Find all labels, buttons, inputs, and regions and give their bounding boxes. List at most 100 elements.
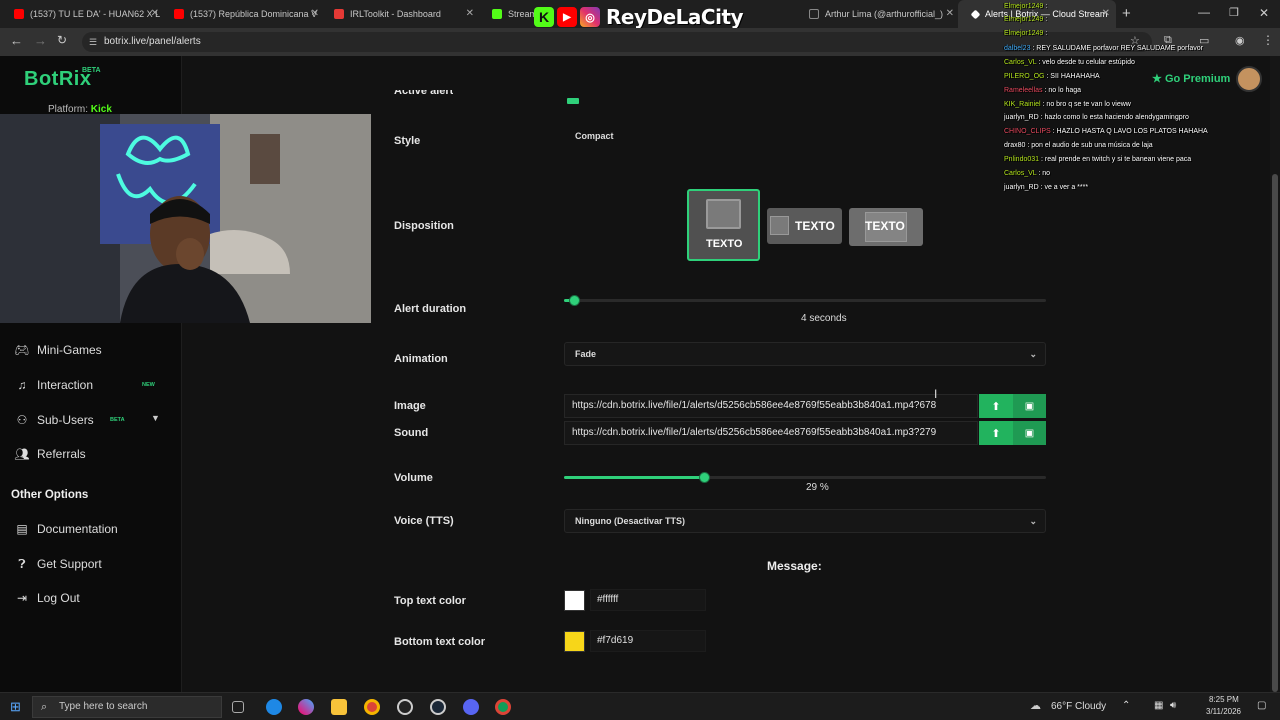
alert-duration-thumb[interactable] — [568, 295, 580, 306]
reload-icon[interactable]: ↻ — [57, 33, 67, 47]
profile-icon[interactable]: ◉ — [1235, 34, 1245, 47]
chat-message: juarlyn_RD : hazlo como lo esta haciendo… — [1004, 114, 1189, 121]
close-tab-icon[interactable]: ✕ — [466, 8, 474, 19]
sound-url-input[interactable]: https://cdn.botrix.live/file/1/alerts/d5… — [564, 421, 978, 445]
image-gallery-button[interactable]: ▣ — [1013, 394, 1046, 418]
windows-start-icon[interactable]: ⊞ — [10, 699, 21, 715]
close-tab-icon[interactable]: ✕ — [1102, 8, 1110, 19]
sidebar-item-get-support[interactable]: ❓︎ Get Support — [14, 554, 101, 574]
botrix-icon — [970, 9, 981, 19]
go-premium-link[interactable]: ★ Go Premium — [1152, 72, 1230, 85]
chevron-down-icon[interactable]: ▼ — [151, 413, 160, 423]
back-icon[interactable]: ← — [10, 33, 23, 48]
chat-username: juarlyn_RD — [1004, 184, 1039, 191]
image-url-value: https://cdn.botrix.live/file/1/alerts/d5… — [572, 400, 937, 411]
clock-time[interactable]: 8:25 PM — [1209, 695, 1239, 704]
sidebar-item-mini-games[interactable]: 🎮︎ Mini-Games — [14, 340, 102, 360]
avatar[interactable] — [1236, 66, 1262, 92]
top-text-color-swatch[interactable] — [564, 590, 585, 611]
browser-tab[interactable]: Arthur Lima (@arthurofficial_) ✕ — [795, 0, 960, 28]
chat-username: KIK_Rainiel — [1004, 101, 1041, 108]
chat-username: dalbel23 — [1004, 45, 1031, 52]
browser-tab[interactable]: Stream — [478, 0, 538, 28]
taskbar-search[interactable]: ⌕ Type here to search — [32, 696, 222, 718]
tab-label: Stream — [508, 9, 538, 19]
edge-icon[interactable] — [266, 699, 282, 715]
voice-tts-select[interactable]: Ninguno (Desactivar TTS) ⌄ — [564, 509, 1046, 533]
chrome-active-icon[interactable] — [495, 699, 511, 715]
sidebar-item-log-out[interactable]: ⇥ Log Out — [14, 588, 80, 608]
chat-text: : velo desde tu celular estúpido — [1038, 59, 1135, 66]
disposition-option-side[interactable]: TEXTO — [767, 208, 842, 244]
browser-tab[interactable]: (1537) República Dominicana V ✕ — [160, 0, 325, 28]
sidebar-item-label: Mini-Games — [37, 343, 102, 357]
sidebar-item-interaction[interactable]: ♫ Interaction — [14, 375, 94, 395]
network-icon[interactable]: ▦ — [1154, 700, 1163, 711]
site-info-icon[interactable]: ☰ — [89, 32, 97, 52]
minimize-icon[interactable]: — — [1198, 5, 1210, 19]
menu-icon[interactable]: ⋮ — [1262, 33, 1274, 47]
close-tab-icon[interactable]: ✕ — [946, 8, 954, 19]
file-explorer-icon[interactable] — [331, 699, 347, 715]
youtube-icon — [14, 9, 24, 19]
sidebar-item-label: Referrals — [37, 447, 86, 461]
sidebar-item-referrals[interactable]: 👥︎ Referrals — [14, 444, 86, 464]
bottom-text-color-swatch[interactable] — [564, 631, 585, 652]
sidebar-item-sub-users[interactable]: ⚇ Sub-Users — [14, 410, 94, 430]
page-scrollbar[interactable] — [1270, 56, 1280, 692]
chat-message: Pnlindo031 : real prende en twitch y si … — [1004, 156, 1191, 163]
chat-text: : pon el audio de sub una música de laja — [1027, 142, 1153, 149]
image-upload-button[interactable]: ⬆ — [979, 394, 1013, 418]
volume-icon[interactable]: 🔊︎ — [1170, 700, 1176, 711]
tab-label: IRLToolkit - Dashboard — [350, 9, 441, 19]
chat-message: dalbel23 : REY SALUDAME porfavor REY SAL… — [1004, 45, 1203, 52]
top-text-color-label: Top text color — [394, 595, 466, 607]
disposition-option-overlay[interactable]: TEXTO — [849, 208, 923, 246]
weather-text[interactable]: 66°F Cloudy — [1051, 701, 1106, 712]
disposition-text: TEXTO — [795, 219, 835, 233]
chat-username: Elmejor1249 — [1004, 30, 1044, 37]
chat-message: Elmejor1249 : — [1004, 30, 1047, 37]
clock-date[interactable]: 3/11/2026 — [1206, 707, 1241, 716]
new-tab-icon[interactable]: + — [1122, 5, 1131, 22]
browser-tab[interactable]: (1537) TU LE DA' - HUAN62 X L ✕ — [0, 0, 165, 28]
url-field[interactable]: ☰ botrix.live/panel/alerts — [82, 32, 1152, 52]
alert-duration-slider[interactable] — [564, 295, 1046, 306]
style-select[interactable]: Compact — [564, 124, 1046, 148]
sidebar-item-documentation[interactable]: ▤ Documentation — [14, 519, 117, 539]
obs-icon[interactable] — [397, 699, 413, 715]
chat-username: Carlos_VL — [1004, 170, 1037, 177]
image-url-input[interactable]: https://cdn.botrix.live/file/1/alerts/d5… — [564, 394, 978, 418]
close-window-icon[interactable]: ✕ — [1259, 6, 1269, 20]
top-text-color-input[interactable]: #ffffff — [590, 589, 706, 611]
chat-username: Elmejor1249 — [1004, 3, 1044, 10]
discord-icon[interactable] — [463, 699, 479, 715]
scrollbar-thumb[interactable] — [1272, 174, 1278, 692]
copilot-icon[interactable] — [298, 699, 314, 715]
volume-slider[interactable] — [564, 472, 1046, 483]
animation-select[interactable]: Fade ⌄ — [564, 342, 1046, 366]
bottom-text-color-input[interactable]: #f7d619 — [590, 630, 706, 652]
volume-thumb[interactable] — [698, 472, 710, 483]
chrome-icon[interactable] — [364, 699, 380, 715]
chevron-up-icon[interactable]: ⌃ — [1122, 700, 1130, 711]
forward-icon[interactable]: → — [34, 33, 47, 48]
chat-username: drax80 — [1004, 142, 1026, 149]
gallery-icon: ▣ — [1024, 400, 1035, 412]
youtube-icon — [174, 9, 184, 19]
close-tab-icon[interactable]: ✕ — [311, 8, 319, 19]
disposition-option-stacked[interactable]: TEXTO — [687, 189, 760, 261]
task-view-icon[interactable] — [232, 701, 244, 713]
chat-message: KIK_Rainiel : no bro q se te van lo view… — [1004, 101, 1131, 108]
chat-text: : — [1045, 16, 1048, 23]
browser-tab[interactable]: IRLToolkit - Dashboard ✕ — [320, 0, 480, 28]
chat-text: : ve a ver a **** — [1040, 184, 1089, 191]
steam-icon[interactable] — [430, 699, 446, 715]
maximize-icon[interactable]: ❐ — [1229, 6, 1239, 19]
notifications-icon[interactable]: ▢ — [1257, 700, 1266, 711]
close-tab-icon[interactable]: ✕ — [151, 8, 159, 19]
sound-upload-button[interactable]: ⬆ — [979, 421, 1013, 445]
active-alert-toggle[interactable] — [567, 98, 579, 104]
sound-gallery-button[interactable]: ▣ — [1013, 421, 1046, 445]
stream-overlay-logo: K ▶ ◎ ReyDeLaCity — [534, 4, 744, 30]
